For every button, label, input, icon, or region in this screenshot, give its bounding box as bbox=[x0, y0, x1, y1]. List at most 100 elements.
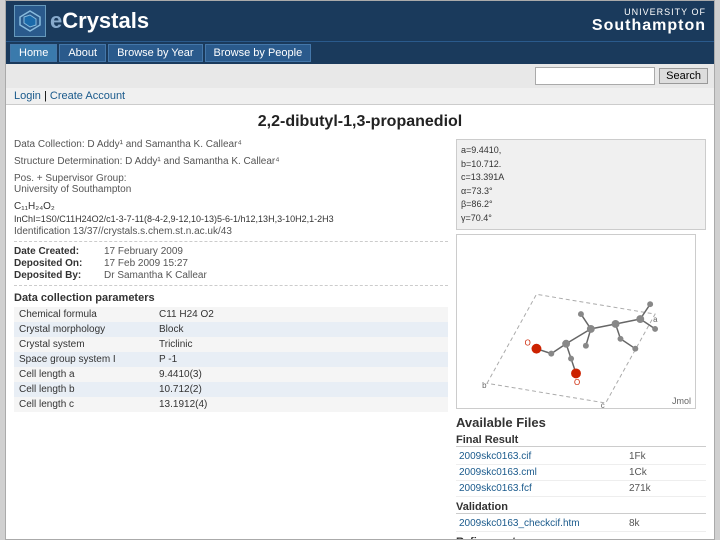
params-value: Triclinic bbox=[154, 337, 448, 352]
file-row: 2009skc0163.fcf 271k bbox=[456, 481, 706, 497]
params-title: Data collection parameters bbox=[14, 292, 448, 304]
params-label: Crystal system bbox=[14, 337, 154, 352]
params-label: Cell length c bbox=[14, 397, 154, 412]
structure-det-text: Structure Determination: D Addy¹ and Sam… bbox=[14, 156, 448, 167]
crystal-beta: β=86.2° bbox=[461, 198, 701, 212]
molecule-svg: O O b a c bbox=[457, 235, 695, 408]
file-link-cell: 2009skc0163_checkcif.htm bbox=[456, 516, 626, 532]
identification-number-text: Identification 13/37//crystals.s.chem.st… bbox=[14, 226, 448, 237]
deposited-on-value: 17 Feb 2009 15:27 bbox=[104, 258, 188, 269]
divider-1 bbox=[14, 241, 448, 242]
file-link[interactable]: 2009skc0163.cml bbox=[459, 467, 537, 478]
params-value: P -1 bbox=[154, 352, 448, 367]
date-created-value: 17 February 2009 bbox=[104, 246, 183, 257]
params-value: 10.712(2) bbox=[154, 382, 448, 397]
logo-text: eCrystals bbox=[50, 8, 149, 34]
main-content: Data Collection: D Addy¹ and Samantha K.… bbox=[6, 135, 714, 540]
university-logo: UNIVERSITY OF Southampton bbox=[592, 7, 706, 35]
pos-supervisor-section: Pos. + Supervisor Group: University of S… bbox=[14, 173, 448, 195]
university-name: Southampton bbox=[592, 17, 706, 34]
deposited-on-row: Deposited On: 17 Feb 2009 15:27 bbox=[14, 258, 448, 269]
available-files-title: Available Files bbox=[456, 415, 706, 430]
login-separator: | bbox=[41, 90, 50, 102]
params-label: Space group system I bbox=[14, 352, 154, 367]
params-row: Cell length c13.1912(4) bbox=[14, 397, 448, 412]
file-row: 2009skc0163.cif 1Fk bbox=[456, 449, 706, 465]
svg-text:a: a bbox=[653, 315, 658, 324]
params-label: Crystal morphology bbox=[14, 322, 154, 337]
file-size: 8k bbox=[626, 516, 706, 532]
deposited-by-row: Deposited By: Dr Samantha K Callear bbox=[14, 270, 448, 281]
deposited-on-label: Deposited On: bbox=[14, 258, 104, 269]
nav-browse-year[interactable]: Browse by Year bbox=[108, 44, 202, 62]
params-label: Chemical formula bbox=[14, 307, 154, 322]
files-category-section: Validation2009skc0163_checkcif.htm8k bbox=[456, 501, 706, 532]
params-section: Data collection parameters Chemical form… bbox=[14, 292, 448, 412]
file-size: 1Fk bbox=[626, 449, 706, 465]
university-text: University of Southampton bbox=[14, 184, 448, 195]
nav-home[interactable]: Home bbox=[10, 44, 57, 62]
structure-det-section: Structure Determination: D Addy¹ and Sam… bbox=[14, 156, 448, 167]
molecule-viewer: O O b a c Jmol bbox=[456, 234, 696, 409]
params-row: Space group system IP -1 bbox=[14, 352, 448, 367]
login-link[interactable]: Login bbox=[14, 90, 41, 102]
params-row: Cell length b10.712(2) bbox=[14, 382, 448, 397]
files-category-section: Refinement2009skc0163.res9k bbox=[456, 536, 706, 540]
data-collection-section: Data Collection: D Addy¹ and Samantha K.… bbox=[14, 139, 448, 150]
file-link[interactable]: 2009skc0163.cif bbox=[459, 451, 531, 462]
params-value: 9.4410(3) bbox=[154, 367, 448, 382]
divider-2 bbox=[14, 285, 448, 286]
params-value: Block bbox=[154, 322, 448, 337]
date-created-label: Date Created: bbox=[14, 246, 104, 257]
search-button[interactable]: Search bbox=[659, 68, 708, 84]
file-size: 271k bbox=[626, 481, 706, 497]
jmol-label: Jmol bbox=[672, 396, 691, 406]
files-category-title: Refinement bbox=[456, 536, 706, 540]
identification-section: Identification 13/37//crystals.s.chem.st… bbox=[14, 226, 448, 237]
file-link[interactable]: 2009skc0163.fcf bbox=[459, 483, 532, 494]
university-of-label: UNIVERSITY OF bbox=[592, 7, 706, 17]
params-value: 13.1912(4) bbox=[154, 397, 448, 412]
inchi-text: InChI=1S0/C11H24O2/c1-3-7-11(8-4-2,9-12,… bbox=[14, 214, 448, 224]
file-link-cell: 2009skc0163.cml bbox=[456, 465, 626, 481]
page-title: 2,2-dibutyl-1,3-propanediol bbox=[6, 105, 714, 135]
files-categories: Final Result2009skc0163.cif1Fk2009skc016… bbox=[456, 434, 706, 540]
logo-crystals: Crystals bbox=[62, 8, 149, 33]
file-link[interactable]: 2009skc0163_checkcif.htm bbox=[459, 518, 580, 529]
pos-supervisor-text: Pos. + Supervisor Group: bbox=[14, 173, 448, 184]
files-table: 2009skc0163_checkcif.htm 8k bbox=[456, 516, 706, 532]
loginbar: Login | Create Account bbox=[6, 88, 714, 105]
params-row: Chemical formulaC11 H24 O2 bbox=[14, 307, 448, 322]
crystal-params-box: a=9.4410, b=10.712. c=13.391A α=73.3° β=… bbox=[456, 139, 706, 230]
svg-text:O: O bbox=[525, 339, 531, 348]
params-table: Chemical formulaC11 H24 O2Crystal morpho… bbox=[14, 307, 448, 412]
deposited-by-value: Dr Samantha K Callear bbox=[104, 270, 207, 281]
nav-browse-people[interactable]: Browse by People bbox=[205, 44, 312, 62]
crystal-spacegroup: a=9.4410, bbox=[461, 144, 701, 158]
available-files: Available Files Final Result 2009skc0163.… bbox=[456, 415, 706, 540]
params-label: Cell length a bbox=[14, 367, 154, 382]
formula-text: C₁₁H₂₄O₂ bbox=[14, 201, 448, 212]
params-row: Crystal morphologyBlock bbox=[14, 322, 448, 337]
params-row: Cell length a9.4410(3) bbox=[14, 367, 448, 382]
crystal-b: b=10.712. bbox=[461, 158, 701, 172]
file-link-cell: 2009skc0163.cif bbox=[456, 449, 626, 465]
navbar: Home About Browse by Year Browse by Peop… bbox=[6, 41, 714, 64]
create-account-link[interactable]: Create Account bbox=[50, 90, 125, 102]
searchbar: Search bbox=[6, 64, 714, 88]
logo-area: eCrystals bbox=[14, 5, 149, 37]
data-collection-text: Data Collection: D Addy¹ and Samantha K.… bbox=[14, 139, 448, 150]
params-value: C11 H24 O2 bbox=[154, 307, 448, 322]
files-category-section: Final Result2009skc0163.cif1Fk2009skc016… bbox=[456, 434, 706, 497]
crystal-gamma: γ=70.4° bbox=[461, 212, 701, 226]
deposited-by-label: Deposited By: bbox=[14, 270, 104, 281]
files-category-title: Final Result bbox=[456, 434, 706, 447]
file-link-cell: 2009skc0163.fcf bbox=[456, 481, 626, 497]
file-size: 1Ck bbox=[626, 465, 706, 481]
logo-icon bbox=[14, 5, 46, 37]
nav-about[interactable]: About bbox=[59, 44, 106, 62]
crystal-alpha: α=73.3° bbox=[461, 185, 701, 199]
params-row: Crystal systemTriclinic bbox=[14, 337, 448, 352]
date-created-row: Date Created: 17 February 2009 bbox=[14, 246, 448, 257]
search-input[interactable] bbox=[535, 67, 655, 85]
